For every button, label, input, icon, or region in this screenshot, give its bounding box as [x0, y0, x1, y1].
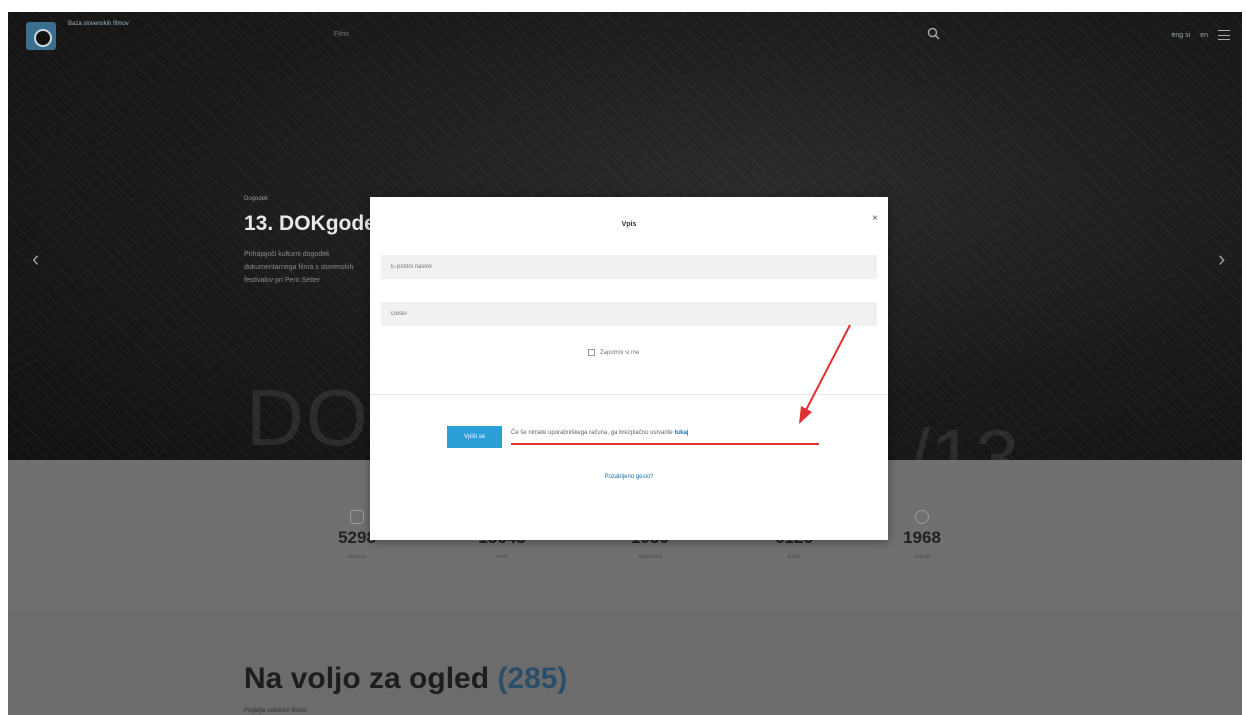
carousel-next-icon[interactable]: ›	[1218, 246, 1225, 272]
annotation-underline	[511, 443, 819, 445]
modal-title: Vpis	[621, 221, 637, 228]
award-icon	[915, 510, 929, 524]
email-field[interactable]	[381, 255, 877, 279]
film-icon	[350, 510, 364, 524]
language-code[interactable]: en	[1200, 32, 1208, 39]
remember-me[interactable]: Zapomni si me	[588, 349, 639, 356]
stat-label: oseb	[496, 554, 508, 560]
section-title-text: Na voljo za ogled	[244, 662, 490, 695]
hero-watermark-text: DO	[246, 373, 370, 460]
close-icon[interactable]: ×	[872, 213, 878, 224]
hero-title[interactable]: 13. DOKgodek	[244, 212, 388, 236]
nav-item-films[interactable]: Filmi	[334, 31, 349, 38]
remember-label: Zapomni si me	[600, 349, 640, 356]
stat-label: gradiv	[787, 554, 801, 560]
available-section: Na voljo za ogled (285) Poglejte celotni…	[8, 610, 1242, 715]
section-title-count: (285)	[497, 662, 568, 695]
language-switch[interactable]: eng si	[1172, 32, 1191, 39]
forgot-password-link[interactable]: Pozabljeno geslo?	[370, 474, 888, 480]
annotation-arrow-icon	[799, 324, 851, 424]
register-text: Če še nimate uporabniškega računa, ga br…	[511, 430, 673, 436]
menu-icon[interactable]	[1218, 30, 1230, 40]
register-prompt: Če še nimate uporabniškega računa, ga br…	[511, 430, 688, 436]
login-button[interactable]: Vpiši se	[447, 426, 502, 448]
register-link[interactable]: tukaj	[674, 430, 688, 436]
section-title: Na voljo za ogled (285)	[244, 662, 567, 696]
logo-text[interactable]: Baza slovenskih filmov	[68, 20, 138, 28]
hero-watermark-text-right: /13	[908, 413, 1020, 460]
logo[interactable]	[26, 22, 56, 50]
stat-label: nagrad	[914, 554, 930, 560]
carousel-prev-icon[interactable]: ‹	[32, 246, 39, 272]
top-right-controls: eng si en	[1172, 30, 1230, 40]
top-navigation: Baza slovenskih filmov Filmi eng si en	[8, 12, 1242, 58]
remember-checkbox[interactable]	[588, 349, 595, 356]
stat-label: organizacij	[638, 554, 662, 560]
stat-label: naslovov	[347, 554, 367, 560]
hero-category: Dogodek	[244, 196, 269, 202]
section-subtitle: Poglejte celotnim filmov	[244, 708, 308, 714]
hero-description: Prihajajoči kulturni dogodek dokumentarn…	[244, 251, 354, 284]
search-icon[interactable]	[926, 26, 942, 42]
